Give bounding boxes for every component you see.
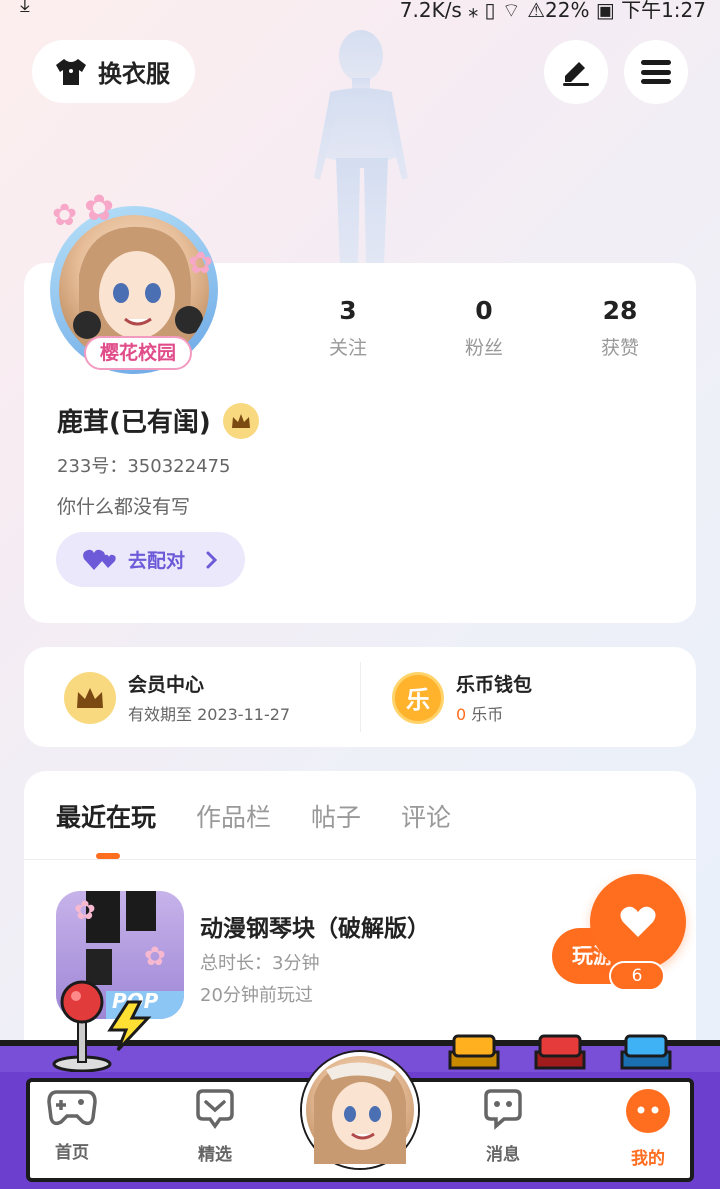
nav-messages-label: 消息 (486, 1145, 520, 1165)
user-id: 233号：350322475 (57, 456, 231, 477)
center-avatar-button[interactable] (302, 1052, 418, 1168)
coin-wallet[interactable]: 乐 乐币钱包 0 乐币 (392, 670, 532, 725)
stat-value: 3 (339, 296, 357, 325)
crown-icon (64, 671, 116, 724)
avatar-badge: 樱花校园 (84, 336, 192, 370)
heart-chat-icon (196, 1089, 234, 1130)
wallet-title: 乐币钱包 (456, 674, 533, 696)
game-duration: 总时长：3分钟 (200, 953, 320, 974)
arcade-button-yellow-icon (448, 1034, 500, 1070)
game-last-played: 20分钟前玩过 (200, 985, 313, 1006)
stat-value: 28 (602, 296, 638, 325)
change-outfit-label: 换衣服 (98, 60, 170, 88)
tshirt-icon (56, 58, 86, 85)
wallet-amount: 0 (456, 705, 467, 724)
tab-posts[interactable]: 帖子 (311, 798, 361, 834)
username: 鹿茸(已有闺) (57, 408, 211, 438)
crown-icon[interactable] (222, 402, 259, 439)
flower-icon: ✿ (188, 246, 214, 281)
avatar-face-drawing (314, 1062, 406, 1164)
profile-face-icon (626, 1089, 670, 1133)
nav-messages[interactable]: 消息 (458, 1088, 548, 1165)
arcade-button-red-icon (534, 1034, 586, 1070)
gamepad-icon (47, 1090, 97, 1126)
svg-text:✿: ✿ (144, 942, 166, 972)
tab-recent[interactable]: 最近在玩 (56, 798, 156, 834)
match-label: 去配对 (128, 550, 186, 572)
flower-icon: ✿ (84, 188, 115, 229)
nav-mine[interactable]: 我的 (603, 1088, 693, 1169)
user-bio: 你什么都没有写 (57, 496, 191, 518)
chevron-right-icon (206, 551, 218, 568)
heart-icon (620, 906, 656, 937)
profile-avatar[interactable]: ✿ ✿ ✿ 樱花校园 (50, 188, 222, 374)
divider (24, 859, 696, 860)
nav-mine-label: 我的 (631, 1149, 665, 1169)
divider (360, 662, 361, 732)
match-button[interactable]: 去配对 (56, 532, 245, 587)
status-bar: ⤓ 7.2K/s ⁎ ▯ ⌔ ⚠22% ▣ 下午1:27 (0, 0, 720, 22)
stat-value: 0 (475, 296, 493, 325)
nav-featured[interactable]: 精选 (170, 1088, 260, 1165)
hearts-icon (83, 549, 116, 570)
wallet-balance: 0 乐币 (456, 701, 532, 725)
username-row: 鹿茸(已有闺) (57, 402, 259, 439)
profile-tabs: 最近在玩 作品栏 帖子 评论 (56, 798, 451, 834)
vip-center[interactable]: 会员中心 有效期至 2023-11-27 (64, 670, 290, 725)
stat-following[interactable]: 3 关注 (280, 296, 416, 360)
nav-home-label: 首页 (55, 1143, 89, 1163)
download-icon: ⤓ (20, 0, 30, 17)
svg-text:✿: ✿ (74, 896, 96, 926)
game-title[interactable]: 动漫钢琴块（破解版） (200, 909, 430, 943)
tab-works[interactable]: 作品栏 (196, 798, 271, 834)
lightning-icon (107, 1000, 152, 1052)
like-count: 6 (609, 961, 665, 991)
stat-label: 粉丝 (464, 337, 503, 359)
flower-icon: ✿ (52, 198, 78, 233)
nav-featured-label: 精选 (198, 1145, 232, 1165)
wallet-unit: 乐币 (471, 705, 504, 724)
joystick-icon (52, 980, 112, 1072)
pen-icon (563, 62, 589, 86)
menu-button[interactable] (624, 40, 688, 104)
stat-followers[interactable]: 0 粉丝 (416, 296, 552, 360)
stat-label: 获赞 (600, 337, 639, 359)
coin-icon: 乐 (392, 671, 444, 724)
status-info: 7.2K/s ⁎ ▯ ⌔ ⚠22% ▣ 下午1:27 (399, 0, 706, 22)
change-outfit-button[interactable]: 换衣服 (32, 40, 195, 103)
character-figure[interactable] (300, 28, 422, 268)
message-icon (484, 1089, 522, 1130)
stat-label: 关注 (328, 337, 367, 359)
vip-title: 会员中心 (128, 674, 205, 696)
tab-comments[interactable]: 评论 (401, 798, 451, 834)
vip-expiry: 有效期至 2023-11-27 (128, 705, 291, 724)
edit-button[interactable] (544, 40, 608, 104)
profile-stats: 3 关注 0 粉丝 28 获赞 (280, 296, 688, 360)
nav-home[interactable]: 首页 (27, 1088, 117, 1163)
arcade-button-blue-icon (620, 1034, 672, 1070)
stat-likes[interactable]: 28 获赞 (552, 296, 688, 360)
hamburger-menu-icon (641, 60, 671, 84)
like-button[interactable] (590, 874, 686, 970)
coin-icon-text: 乐 (406, 686, 430, 714)
